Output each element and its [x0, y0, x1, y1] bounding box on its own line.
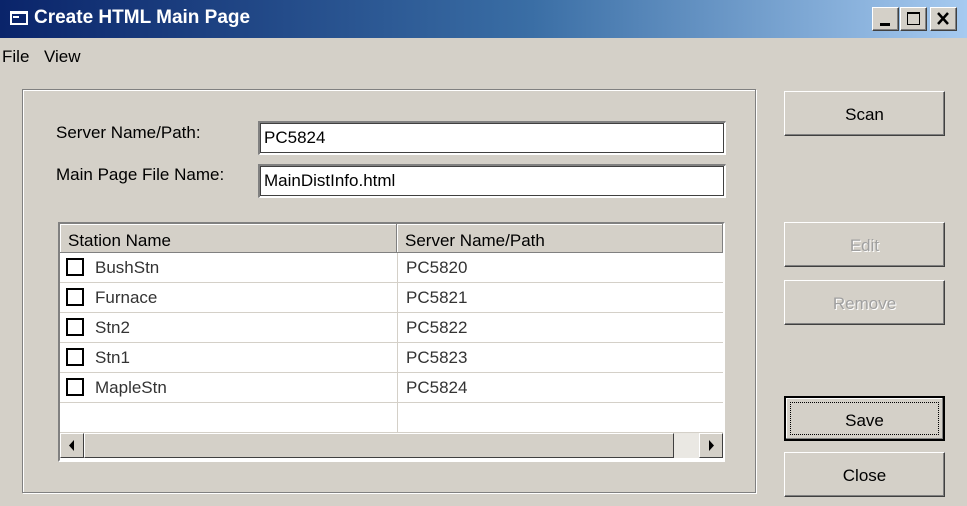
- station-list[interactable]: Station Name Server Name/Path BushStn PC…: [58, 222, 725, 462]
- file-name-label: Main Page File Name:: [56, 165, 225, 184]
- server-path: PC5823: [406, 348, 468, 367]
- arrow-right-icon: [709, 440, 714, 451]
- edit-button[interactable]: Edit: [784, 222, 945, 267]
- menu-file[interactable]: File: [2, 47, 29, 67]
- focus-rectangle: [790, 402, 939, 435]
- close-button[interactable]: Close: [784, 452, 945, 497]
- table-row[interactable]: Stn2 PC5822: [60, 313, 723, 343]
- server-path: PC5821: [406, 288, 468, 307]
- scroll-right-button[interactable]: [699, 433, 723, 458]
- row-checkbox[interactable]: [66, 348, 84, 366]
- scroll-left-button[interactable]: [60, 433, 84, 458]
- server-path: PC5822: [406, 318, 468, 337]
- table-row[interactable]: Stn1 PC5823: [60, 343, 723, 373]
- station-name: Stn2: [95, 318, 130, 337]
- save-button[interactable]: Save: [784, 396, 945, 441]
- minimize-button[interactable]: [872, 7, 899, 31]
- empty-row: [60, 403, 723, 433]
- list-header: Station Name Server Name/Path: [60, 224, 723, 253]
- remove-button[interactable]: Remove: [784, 280, 945, 325]
- server-path: PC5824: [406, 378, 468, 397]
- horizontal-scrollbar[interactable]: [60, 433, 723, 458]
- column-header-server[interactable]: Server Name/Path: [397, 224, 723, 253]
- row-checkbox[interactable]: [66, 378, 84, 396]
- table-row[interactable]: Furnace PC5821: [60, 283, 723, 313]
- row-checkbox[interactable]: [66, 258, 84, 276]
- maximize-icon: [907, 12, 920, 25]
- scroll-thumb[interactable]: [84, 433, 674, 458]
- table-row[interactable]: MapleStn PC5824: [60, 373, 723, 403]
- station-name: BushStn: [95, 258, 160, 277]
- column-header-station[interactable]: Station Name: [60, 224, 397, 253]
- table-row[interactable]: BushStn PC5820: [60, 253, 723, 283]
- window-title: Create HTML Main Page: [34, 7, 251, 28]
- maximize-button[interactable]: [900, 7, 927, 31]
- app-icon: [10, 11, 28, 25]
- station-name: Stn1: [95, 348, 130, 367]
- menu-view[interactable]: View: [44, 47, 81, 67]
- minimize-icon: [880, 23, 890, 26]
- station-name: Furnace: [95, 288, 158, 307]
- station-name: MapleStn: [95, 378, 167, 397]
- file-name-input[interactable]: MainDistInfo.html: [258, 164, 726, 198]
- scan-button[interactable]: Scan: [784, 91, 945, 136]
- server-input[interactable]: PC5824: [258, 121, 726, 155]
- close-icon: [937, 12, 949, 25]
- row-checkbox[interactable]: [66, 288, 84, 306]
- arrow-left-icon: [69, 440, 74, 451]
- server-label: Server Name/Path:: [56, 123, 201, 142]
- row-checkbox[interactable]: [66, 318, 84, 336]
- close-window-button[interactable]: [930, 7, 957, 31]
- title-bar[interactable]: Create HTML Main Page: [0, 0, 967, 38]
- menu-bar: File View: [0, 38, 967, 68]
- server-path: PC5820: [406, 258, 468, 277]
